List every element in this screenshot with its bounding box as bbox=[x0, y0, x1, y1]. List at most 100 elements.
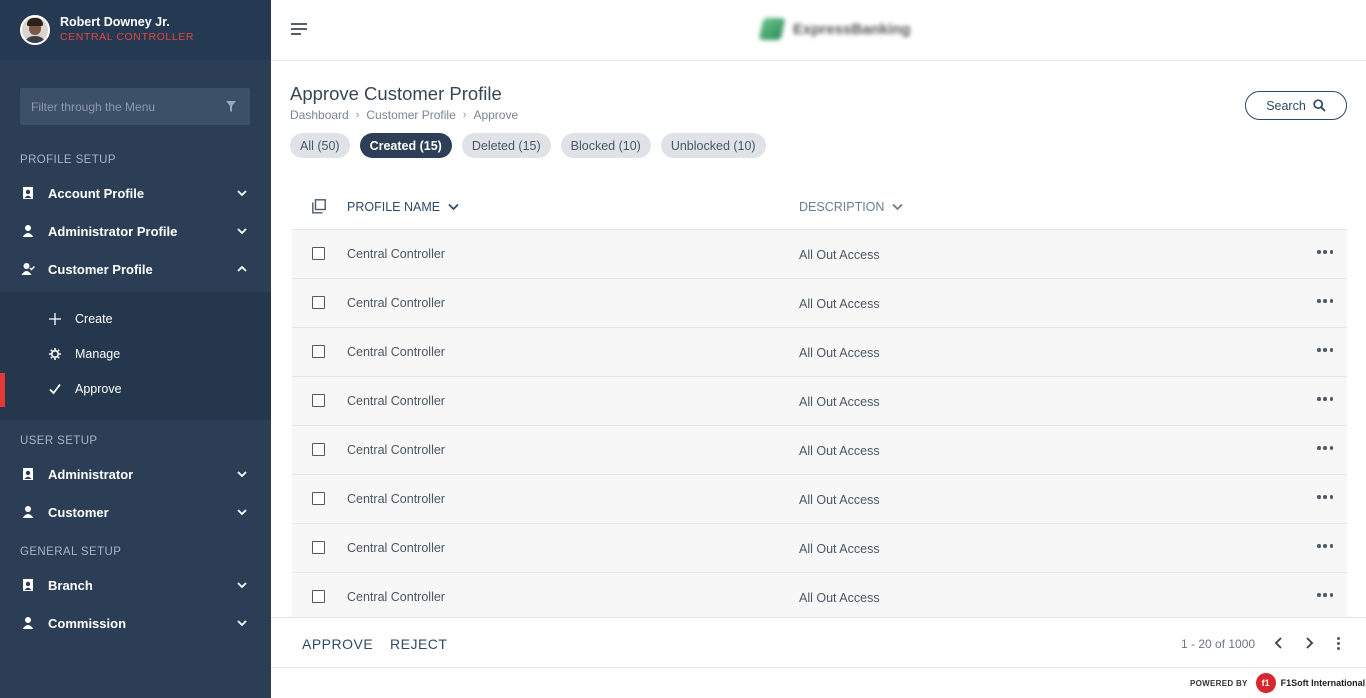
table-row[interactable]: Central Controller All Out Access bbox=[292, 279, 1347, 328]
profile-name-cell: Central Controller bbox=[347, 296, 445, 310]
user-icon bbox=[22, 225, 34, 237]
pagination-info: 1 - 20 of 1000 bbox=[1181, 637, 1256, 651]
powered-by: POWERED BY f1 F1Soft International bbox=[1190, 673, 1365, 693]
sidebar-item-customer-profile[interactable]: Customer Profile bbox=[0, 250, 271, 288]
reject-button[interactable]: REJECT bbox=[390, 636, 447, 652]
breadcrumb: Dashboard › Customer Profile › Approve bbox=[290, 108, 518, 122]
avatar bbox=[20, 15, 50, 45]
table-row[interactable]: Central Controller All Out Access bbox=[292, 426, 1347, 475]
submenu-item-approve[interactable]: Approve bbox=[0, 372, 271, 406]
search-label: Search bbox=[1266, 98, 1306, 113]
breadcrumb-item-customer-profile[interactable]: Customer Profile bbox=[366, 108, 455, 122]
user-icon bbox=[22, 617, 34, 629]
chevron-up-icon bbox=[237, 265, 247, 272]
submenu-item-label: Approve bbox=[75, 382, 122, 396]
row-checkbox[interactable] bbox=[312, 345, 325, 358]
description-cell: All Out Access bbox=[799, 493, 880, 507]
filter-chip-created[interactable]: Created (15) bbox=[359, 133, 452, 158]
row-checkbox[interactable] bbox=[312, 590, 325, 603]
section-general-setup: GENERAL SETUP bbox=[20, 546, 122, 558]
logo-text: ExpressBanking bbox=[793, 20, 911, 38]
user-icon bbox=[22, 506, 34, 518]
filter-icon[interactable] bbox=[226, 101, 236, 112]
table-row[interactable]: Central Controller All Out Access bbox=[292, 377, 1347, 426]
table-row[interactable]: Central Controller All Out Access bbox=[292, 573, 1347, 617]
more-vertical-icon[interactable] bbox=[1336, 637, 1340, 650]
more-horizontal-icon[interactable] bbox=[1317, 441, 1333, 455]
chevron-right-icon[interactable] bbox=[1302, 636, 1316, 650]
description-cell: All Out Access bbox=[799, 248, 880, 262]
sidebar: Robert Downey Jr. CENTRAL CONTROLLER PRO… bbox=[0, 0, 271, 698]
more-horizontal-icon[interactable] bbox=[1317, 245, 1333, 259]
menu-toggle-icon[interactable] bbox=[291, 23, 307, 35]
sort-chevron-icon bbox=[448, 203, 459, 211]
sort-chevron-icon bbox=[892, 203, 904, 211]
search-icon bbox=[1313, 99, 1326, 112]
breadcrumb-separator-icon: › bbox=[355, 109, 360, 121]
row-checkbox[interactable] bbox=[312, 296, 325, 309]
chevron-down-icon bbox=[237, 509, 247, 516]
submenu-item-manage[interactable]: Manage bbox=[0, 337, 271, 371]
sidebar-item-label: Branch bbox=[48, 577, 93, 593]
table-row[interactable]: Central Controller All Out Access bbox=[292, 524, 1347, 573]
sidebar-item-label: Administrator Profile bbox=[48, 223, 178, 239]
select-all-icon[interactable] bbox=[312, 199, 326, 214]
menu-filter-input[interactable] bbox=[31, 99, 211, 114]
sidebar-item-customer[interactable]: Customer bbox=[0, 493, 271, 531]
more-horizontal-icon[interactable] bbox=[1317, 294, 1333, 308]
description-cell: All Out Access bbox=[799, 346, 880, 360]
submenu-item-label: Manage bbox=[75, 347, 121, 361]
more-horizontal-icon[interactable] bbox=[1317, 392, 1333, 406]
table-row[interactable]: Central Controller All Out Access bbox=[292, 328, 1347, 377]
user-block[interactable]: Robert Downey Jr. CENTRAL CONTROLLER bbox=[0, 0, 271, 60]
sidebar-item-commission[interactable]: Commission bbox=[0, 604, 271, 642]
more-horizontal-icon[interactable] bbox=[1317, 588, 1333, 602]
sidebar-item-administrator-profile[interactable]: Administrator Profile bbox=[0, 212, 271, 250]
approve-button[interactable]: APPROVE bbox=[302, 636, 373, 652]
column-header-label: DESCRIPTION bbox=[799, 200, 885, 214]
filter-chip-all[interactable]: All (50) bbox=[290, 133, 350, 158]
row-checkbox[interactable] bbox=[312, 247, 325, 260]
description-cell: All Out Access bbox=[799, 542, 880, 556]
column-header-label: PROFILE NAME bbox=[347, 200, 441, 214]
more-horizontal-icon[interactable] bbox=[1317, 343, 1333, 357]
company-name: F1Soft International bbox=[1280, 678, 1366, 688]
chevron-left-icon[interactable] bbox=[1272, 636, 1286, 650]
powered-by-label: POWERED BY bbox=[1190, 678, 1248, 688]
table-row[interactable]: Central Controller All Out Access bbox=[292, 230, 1347, 279]
profile-name-cell: Central Controller bbox=[347, 541, 445, 555]
description-cell: All Out Access bbox=[799, 297, 880, 311]
sidebar-item-administrator[interactable]: Administrator bbox=[0, 455, 271, 493]
column-header-profile-name[interactable]: PROFILE NAME bbox=[347, 200, 459, 214]
chevron-down-icon bbox=[237, 471, 247, 478]
filter-chip-blocked[interactable]: Blocked (10) bbox=[560, 133, 651, 158]
chevron-down-icon bbox=[237, 582, 247, 589]
filter-chip-unblocked[interactable]: Unblocked (10) bbox=[660, 133, 766, 158]
breadcrumb-item-dashboard[interactable]: Dashboard bbox=[290, 108, 349, 122]
column-header-description[interactable]: DESCRIPTION bbox=[799, 200, 904, 214]
profile-name-cell: Central Controller bbox=[347, 247, 445, 261]
submenu-item-create[interactable]: Create bbox=[0, 302, 271, 336]
sidebar-item-account-profile[interactable]: Account Profile bbox=[0, 174, 271, 212]
search-button[interactable]: Search bbox=[1245, 91, 1347, 120]
table-row[interactable]: Central Controller All Out Access bbox=[292, 475, 1347, 524]
sidebar-item-branch[interactable]: Branch bbox=[0, 566, 271, 604]
row-checkbox[interactable] bbox=[312, 541, 325, 554]
plus-icon bbox=[49, 313, 61, 325]
sidebar-item-label: Customer bbox=[48, 504, 109, 520]
row-checkbox[interactable] bbox=[312, 394, 325, 407]
company-logo-icon: f1 bbox=[1255, 673, 1276, 693]
chevron-down-icon bbox=[237, 228, 247, 235]
gear-icon bbox=[49, 348, 61, 360]
user-lock-icon bbox=[23, 579, 33, 591]
more-horizontal-icon[interactable] bbox=[1317, 490, 1333, 504]
topbar: ExpressBanking bbox=[271, 0, 1366, 61]
filter-chip-deleted[interactable]: Deleted (15) bbox=[461, 133, 551, 158]
user-name: Robert Downey Jr. bbox=[60, 15, 170, 29]
user-lock-icon bbox=[23, 187, 33, 199]
row-checkbox[interactable] bbox=[312, 492, 325, 505]
section-user-setup: USER SETUP bbox=[20, 435, 98, 447]
more-horizontal-icon[interactable] bbox=[1317, 539, 1333, 553]
brand-logo[interactable]: ExpressBanking bbox=[758, 18, 911, 40]
row-checkbox[interactable] bbox=[312, 443, 325, 456]
